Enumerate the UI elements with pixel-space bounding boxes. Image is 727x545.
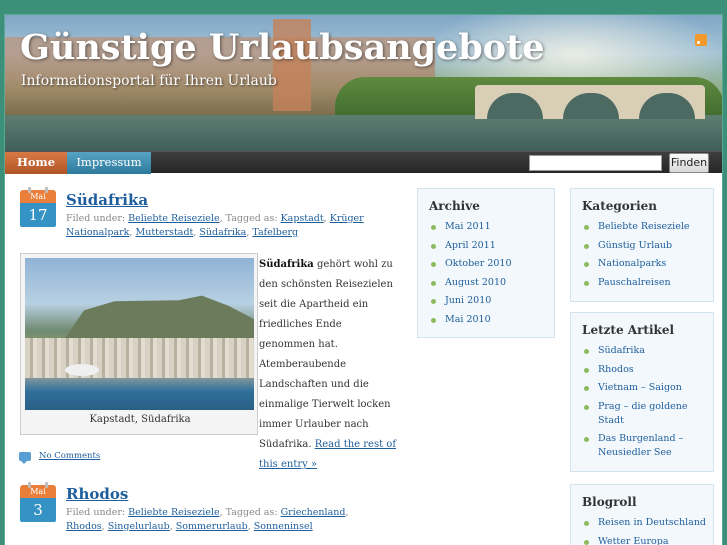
comment-icon xyxy=(19,452,31,464)
blogroll-list: Reisen in Deutschland Wetter Europa xyxy=(584,516,706,545)
recent-post-item[interactable]: Das Burgenland – Neusiedler See xyxy=(584,432,708,460)
tag-link[interactable]: Mutterstadt xyxy=(135,227,193,238)
cape-town-photo[interactable] xyxy=(25,258,254,410)
site-header: Günstige Urlaubsangebote Informationspor… xyxy=(5,15,722,151)
bridge-arch xyxy=(563,93,619,119)
category-item[interactable]: Günstig Urlaub xyxy=(584,239,689,253)
post-meta: Filed under: Beliebte Reiseziele, Tagged… xyxy=(66,213,364,238)
archive-widget: Archive Mai 2011 April 2011 Oktober 2010… xyxy=(417,188,555,338)
recent-posts-list: Südafrika Rhodos Vietnam – Saigon Prag –… xyxy=(584,344,708,465)
nav-bar: Home Impressum Finden xyxy=(5,151,722,174)
tag-link[interactable]: Griechenland xyxy=(281,507,346,518)
excerpt-text: gehört wohl zu den schönsten Reisezielen… xyxy=(259,259,393,450)
post-title[interactable]: Rhodos xyxy=(66,485,128,503)
tab-impressum[interactable]: Impressum xyxy=(67,152,151,174)
category-item[interactable]: Pauschalreisen xyxy=(584,276,689,290)
category-link[interactable]: Beliebte Reiseziele xyxy=(128,507,219,518)
recent-post-item[interactable]: Rhodos xyxy=(584,363,708,377)
tag-link[interactable]: Tafelberg xyxy=(252,227,298,238)
image-caption: Kapstadt, Südafrika xyxy=(89,414,191,425)
date-day: 17 xyxy=(20,203,56,227)
archive-item[interactable]: Mai 2010 xyxy=(431,313,512,327)
blogroll-widget: Blogroll Reisen in Deutschland Wetter Eu… xyxy=(570,484,714,545)
search-input[interactable] xyxy=(529,155,662,171)
category-item[interactable]: Beliebte Reiseziele xyxy=(584,220,689,234)
bridge-arch xyxy=(639,93,695,119)
categories-list: Beliebte Reiseziele Günstig Urlaub Natio… xyxy=(584,220,689,294)
comments-link[interactable]: No Comments xyxy=(39,451,100,461)
recent-post-item[interactable]: Prag – die goldene Stadt xyxy=(584,400,708,428)
categories-heading: Kategorien xyxy=(582,199,658,213)
blogroll-item[interactable]: Reisen in Deutschland xyxy=(584,516,706,530)
search-button[interactable]: Finden xyxy=(669,153,709,173)
recent-post-item[interactable]: Vietnam – Saigon xyxy=(584,381,708,395)
header-bridge xyxy=(475,85,705,119)
filed-under-label: Filed under: xyxy=(66,213,126,224)
archive-item[interactable]: Oktober 2010 xyxy=(431,257,512,271)
archive-item[interactable]: Juni 2010 xyxy=(431,294,512,308)
tag-link[interactable]: Rhodos xyxy=(66,521,102,532)
category-link[interactable]: Beliebte Reiseziele xyxy=(128,213,219,224)
filed-under-label: Filed under: xyxy=(66,507,126,518)
tag-link[interactable]: Kapstadt xyxy=(281,213,324,224)
tag-link[interactable]: Singelurlaub xyxy=(108,521,170,532)
bridge-arch xyxy=(487,93,543,119)
tag-link[interactable]: Südafrika xyxy=(199,227,246,238)
rss-icon[interactable] xyxy=(695,34,707,46)
post-title[interactable]: Südafrika xyxy=(66,191,148,209)
photo-city xyxy=(25,338,254,378)
blogroll-heading: Blogroll xyxy=(582,495,637,509)
recent-post-item[interactable]: Südafrika xyxy=(584,344,708,358)
archive-heading: Archive xyxy=(429,199,480,213)
photo-mountain xyxy=(65,295,254,338)
categories-widget: Kategorien Beliebte Reiseziele Günstig U… xyxy=(570,188,714,302)
post-image-box: Kapstadt, Südafrika xyxy=(20,253,258,435)
tag-link[interactable]: Sonneninsel xyxy=(254,521,313,532)
post-excerpt: Südafrika gehört wohl zu den schönsten R… xyxy=(259,255,397,475)
archive-item[interactable]: April 2011 xyxy=(431,239,512,253)
category-item[interactable]: Nationalparks xyxy=(584,257,689,271)
recent-posts-heading: Letzte Artikel xyxy=(582,323,675,337)
date-month: Mai xyxy=(20,187,56,203)
tagged-as-label: Tagged as: xyxy=(225,507,278,518)
tagged-as-label: Tagged as: xyxy=(225,213,278,224)
page-frame: Günstige Urlaubsangebote Informationspor… xyxy=(4,14,723,545)
site-tagline: Informationsportal für Ihren Urlaub xyxy=(21,73,277,89)
tab-home[interactable]: Home xyxy=(5,152,67,174)
header-river xyxy=(5,115,722,151)
date-month: Mai xyxy=(20,482,56,498)
blogroll-item[interactable]: Wetter Europa xyxy=(584,535,706,545)
excerpt-bold: Südafrika xyxy=(259,259,314,270)
archive-item[interactable]: August 2010 xyxy=(431,276,512,290)
date-day: 3 xyxy=(20,498,56,522)
date-calendar-icon: Mai 17 xyxy=(20,187,56,230)
date-calendar-icon: Mai 3 xyxy=(20,482,56,525)
archive-list: Mai 2011 April 2011 Oktober 2010 August … xyxy=(431,220,512,331)
post-meta: Filed under: Beliebte Reiseziele, Tagged… xyxy=(66,507,349,532)
tag-link[interactable]: Sommerurlaub xyxy=(176,521,248,532)
photo-stadium xyxy=(65,364,99,376)
site-title[interactable]: Günstige Urlaubsangebote xyxy=(20,27,545,68)
archive-item[interactable]: Mai 2011 xyxy=(431,220,512,234)
recent-posts-widget: Letzte Artikel Südafrika Rhodos Vietnam … xyxy=(570,312,714,472)
